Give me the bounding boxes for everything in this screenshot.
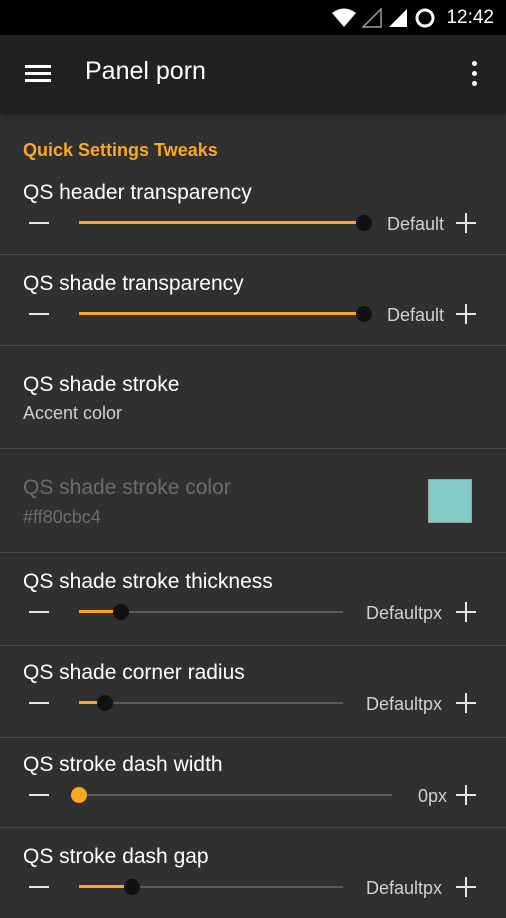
slider-fill xyxy=(79,221,364,224)
minus-icon[interactable] xyxy=(29,876,51,898)
slider-thumb[interactable] xyxy=(113,604,129,620)
slider[interactable] xyxy=(71,785,392,805)
slider[interactable] xyxy=(79,602,343,622)
pref-title: QS header transparency xyxy=(23,181,252,204)
pref-qs-header-transparency: QS header transparency Default xyxy=(0,167,506,255)
value-label: Default xyxy=(387,214,445,234)
color-swatch xyxy=(428,479,472,523)
pref-qs-shade-corner-radius: QS shade corner radius Defaultpx xyxy=(0,646,506,738)
plus-icon[interactable] xyxy=(455,601,477,623)
pref-qs-shade-transparency: QS shade transparency Default xyxy=(0,255,506,346)
plus-icon[interactable] xyxy=(455,212,477,234)
section-header: Quick Settings Tweaks xyxy=(23,140,218,160)
pref-summary: #ff80cbc4 xyxy=(23,507,101,527)
pref-title: QS stroke dash width xyxy=(23,753,223,776)
slider-thumb[interactable] xyxy=(71,787,87,803)
slider-thumb[interactable] xyxy=(124,879,140,895)
minus-icon[interactable] xyxy=(29,212,51,234)
minus-icon[interactable] xyxy=(29,692,51,714)
status-time: 12:42 xyxy=(446,6,494,28)
value-label: Defaultpx xyxy=(366,878,443,898)
slider-track xyxy=(79,794,392,796)
signal-empty-icon xyxy=(362,7,383,28)
plus-icon[interactable] xyxy=(455,303,477,325)
wifi-icon xyxy=(332,8,357,27)
slider-thumb[interactable] xyxy=(356,215,372,231)
pref-summary: Accent color xyxy=(23,403,123,423)
app-bar: Panel porn xyxy=(0,35,506,112)
value-label: 0px xyxy=(418,786,448,806)
slider[interactable] xyxy=(79,693,343,713)
pref-title: QS shade transparency xyxy=(23,272,244,295)
pref-qs-stroke-dash-gap: QS stroke dash gap Defaultpx xyxy=(0,828,506,918)
slider-thumb[interactable] xyxy=(97,695,113,711)
plus-icon[interactable] xyxy=(455,784,477,806)
pref-title: QS shade stroke color xyxy=(23,476,231,499)
pref-qs-shade-stroke-color: QS shade stroke color #ff80cbc4 xyxy=(0,449,506,553)
slider-fill xyxy=(79,312,364,315)
plus-icon[interactable] xyxy=(455,876,477,898)
slider-thumb[interactable] xyxy=(356,306,372,322)
value-label: Defaultpx xyxy=(366,603,443,623)
slider-track xyxy=(79,702,343,704)
pref-title: QS stroke dash gap xyxy=(23,845,209,868)
value-label: Default xyxy=(387,305,445,325)
plus-icon[interactable] xyxy=(455,692,477,714)
pref-qs-shade-stroke[interactable]: QS shade stroke Accent color xyxy=(0,346,506,449)
menu-icon[interactable] xyxy=(24,61,52,85)
battery-charging-icon xyxy=(415,8,435,27)
minus-icon[interactable] xyxy=(29,784,51,806)
pref-title: QS shade stroke thickness xyxy=(23,570,273,593)
slider[interactable] xyxy=(79,213,372,233)
more-vert-icon[interactable] xyxy=(462,57,486,91)
slider[interactable] xyxy=(79,877,343,897)
pref-qs-shade-stroke-thickness: QS shade stroke thickness Defaultpx xyxy=(0,553,506,646)
status-icons: 12:42 xyxy=(332,0,494,35)
minus-icon[interactable] xyxy=(29,303,51,325)
pref-title: QS shade corner radius xyxy=(23,661,245,684)
pref-title: QS shade stroke xyxy=(23,373,180,396)
minus-icon[interactable] xyxy=(29,601,51,623)
pref-qs-stroke-dash-width: QS stroke dash width 0px xyxy=(0,738,506,828)
value-label: Defaultpx xyxy=(366,694,443,714)
status-bar: 12:42 xyxy=(0,0,506,35)
settings-list: Quick Settings Tweaks QS header transpar… xyxy=(0,112,506,900)
signal-icon xyxy=(389,8,408,27)
app-title: Panel porn xyxy=(85,57,206,85)
slider[interactable] xyxy=(79,304,372,324)
